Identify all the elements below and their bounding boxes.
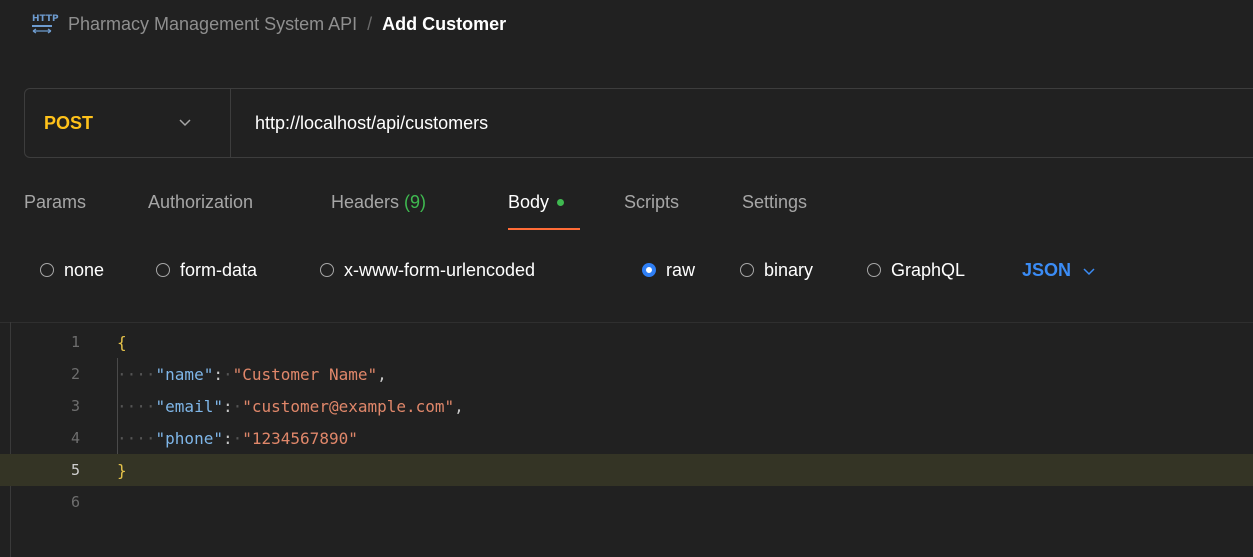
code-editor[interactable]: 1 { 2 ····"name":·"Customer Name", 3 ···…: [0, 326, 1253, 526]
radio-icon[interactable]: [320, 263, 334, 277]
method-select[interactable]: POST: [44, 89, 93, 157]
request-title[interactable]: Add Customer: [382, 14, 506, 35]
chevron-down-icon[interactable]: [1083, 260, 1095, 281]
code-line-current: 5 }: [0, 454, 1253, 486]
http-icon: HTTP: [32, 12, 59, 36]
json-value: "1234567890": [242, 428, 358, 448]
json-value: "customer@example.com": [242, 396, 455, 416]
url-input[interactable]: http://localhost/api/customers: [255, 89, 488, 157]
request-tabs: Params Authorization Headers (9) Body Sc…: [0, 180, 1253, 232]
request-bar: POST http://localhost/api/customers: [24, 88, 1253, 158]
code-line: 2 ····"name":·"Customer Name",: [0, 358, 1253, 390]
radio-icon[interactable]: [740, 263, 754, 277]
open-brace: {: [117, 332, 127, 352]
radio-icon[interactable]: [867, 263, 881, 277]
active-tab-indicator: [508, 228, 580, 230]
code-line: 6: [0, 486, 1253, 518]
language-select[interactable]: JSON: [1022, 252, 1095, 288]
breadcrumb-separator: /: [367, 13, 373, 34]
code-line: 4 ····"phone":·"1234567890": [0, 422, 1253, 454]
json-key: "phone": [155, 428, 223, 448]
method-divider: [230, 89, 231, 157]
line-number: 5: [70, 461, 80, 479]
headers-count-badge: (9): [404, 191, 427, 212]
body-type-binary[interactable]: binary: [740, 252, 813, 288]
code-line: 3 ····"email":·"customer@example.com",: [0, 390, 1253, 422]
body-type-x-www-form-urlencoded[interactable]: x-www-form-urlencoded: [320, 252, 535, 288]
chevron-down-icon[interactable]: [179, 89, 191, 157]
json-key: "email": [155, 396, 223, 416]
body-type-graphql[interactable]: GraphQL: [867, 252, 965, 288]
tab-authorization[interactable]: Authorization: [148, 180, 253, 224]
line-number: 4: [70, 429, 80, 447]
body-modified-dot-icon: [557, 198, 565, 206]
line-number: 1: [70, 333, 80, 351]
tab-params[interactable]: Params: [24, 180, 86, 224]
line-number: 6: [70, 493, 80, 511]
json-value: "Customer Name": [232, 364, 378, 384]
breadcrumb-collection[interactable]: Pharmacy Management System API: [68, 14, 357, 35]
request-editor: HTTP Pharmacy Management System API / Ad…: [0, 0, 1253, 557]
code-line: 1 {: [0, 326, 1253, 358]
tab-settings[interactable]: Settings: [742, 180, 807, 224]
close-brace: }: [117, 460, 127, 480]
body-type-options: none form-data x-www-form-urlencoded raw…: [0, 252, 1253, 288]
tab-scripts[interactable]: Scripts: [624, 180, 679, 224]
line-number: 3: [70, 397, 80, 415]
json-key: "name": [155, 364, 214, 384]
line-number: 2: [70, 365, 80, 383]
editor-divider: [0, 322, 1253, 323]
radio-icon[interactable]: [156, 263, 170, 277]
breadcrumb: HTTP Pharmacy Management System API / Ad…: [32, 12, 506, 36]
tab-body[interactable]: Body: [508, 180, 565, 224]
body-type-none[interactable]: none: [40, 252, 104, 288]
tab-headers[interactable]: Headers (9): [331, 180, 426, 224]
body-type-form-data[interactable]: form-data: [156, 252, 257, 288]
radio-selected-icon[interactable]: [642, 263, 656, 277]
body-type-raw[interactable]: raw: [642, 252, 695, 288]
radio-icon[interactable]: [40, 263, 54, 277]
